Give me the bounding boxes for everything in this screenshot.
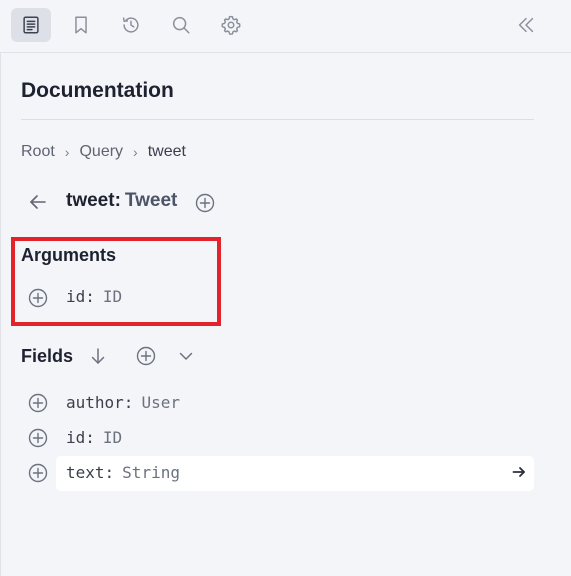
add-field-button[interactable] xyxy=(28,393,48,413)
breadcrumb-item-current: tweet xyxy=(147,143,186,160)
panel-border xyxy=(0,53,1,576)
settings-button[interactable] xyxy=(211,8,251,42)
argument-name: id xyxy=(66,287,86,306)
field-colon: : xyxy=(85,428,95,447)
circle-plus-icon xyxy=(28,428,48,448)
breadcrumb-item-query[interactable]: Query xyxy=(79,143,123,161)
arguments-title: Arguments xyxy=(21,245,117,265)
page-title: Documentation xyxy=(21,79,174,102)
circle-plus-icon xyxy=(136,346,156,366)
circle-plus-icon xyxy=(28,393,48,413)
field-name: id xyxy=(66,428,86,447)
search-icon xyxy=(172,16,190,34)
add-field-button[interactable] xyxy=(28,428,48,448)
collapse-panel-button[interactable] xyxy=(506,8,546,42)
history-button[interactable] xyxy=(111,8,151,42)
back-button[interactable] xyxy=(29,193,47,211)
field-item[interactable]: id: ID xyxy=(66,428,122,447)
arrow-down-icon xyxy=(91,348,105,364)
fields-title: Fields xyxy=(21,346,74,366)
add-all-fields-button[interactable] xyxy=(136,346,156,366)
breadcrumb-separator: › xyxy=(64,144,70,160)
field-type[interactable]: User xyxy=(141,393,180,412)
bookmark-button[interactable] xyxy=(61,8,101,42)
field-item[interactable]: author: User xyxy=(66,393,180,412)
sort-button[interactable] xyxy=(89,347,107,365)
double-chevron-left-icon xyxy=(518,17,534,33)
toolbar xyxy=(0,0,571,53)
field-name: author xyxy=(66,393,124,412)
divider xyxy=(21,119,534,120)
field-type[interactable]: String xyxy=(122,463,180,482)
field-item[interactable]: text: String xyxy=(66,463,180,482)
expand-fields-button[interactable] xyxy=(177,347,195,365)
add-field-button[interactable] xyxy=(28,463,48,483)
circle-plus-icon xyxy=(28,288,48,308)
open-field-button[interactable] xyxy=(512,465,526,479)
docs-button[interactable] xyxy=(11,8,51,42)
argument-colon: : xyxy=(85,287,95,306)
field-name: text xyxy=(66,463,105,482)
arrow-right-icon xyxy=(512,467,525,477)
circle-plus-icon xyxy=(195,193,215,213)
circle-plus-icon xyxy=(28,463,48,483)
bookmark-icon xyxy=(75,16,87,34)
search-button[interactable] xyxy=(161,8,201,42)
type-header-colon: : xyxy=(114,190,121,211)
argument-item[interactable]: id: ID xyxy=(66,287,122,306)
add-argument-button[interactable] xyxy=(28,288,48,308)
gear-icon xyxy=(221,15,241,35)
add-query-button[interactable] xyxy=(195,193,215,213)
type-header: tweet: Tweet xyxy=(66,190,177,212)
chevron-down-icon xyxy=(179,352,193,360)
field-colon: : xyxy=(104,463,115,482)
arrow-left-icon xyxy=(30,195,46,209)
type-header-name: tweet xyxy=(66,190,115,211)
breadcrumb-separator: › xyxy=(133,144,138,160)
breadcrumb: Root › Query › tweet xyxy=(21,143,186,161)
breadcrumb-item-root[interactable]: Root xyxy=(21,143,55,161)
docs-icon xyxy=(23,16,39,34)
type-header-type[interactable]: Tweet xyxy=(125,190,177,211)
history-icon xyxy=(122,17,139,33)
field-type[interactable]: ID xyxy=(103,428,122,447)
field-colon: : xyxy=(123,393,134,412)
argument-type[interactable]: ID xyxy=(103,287,122,306)
